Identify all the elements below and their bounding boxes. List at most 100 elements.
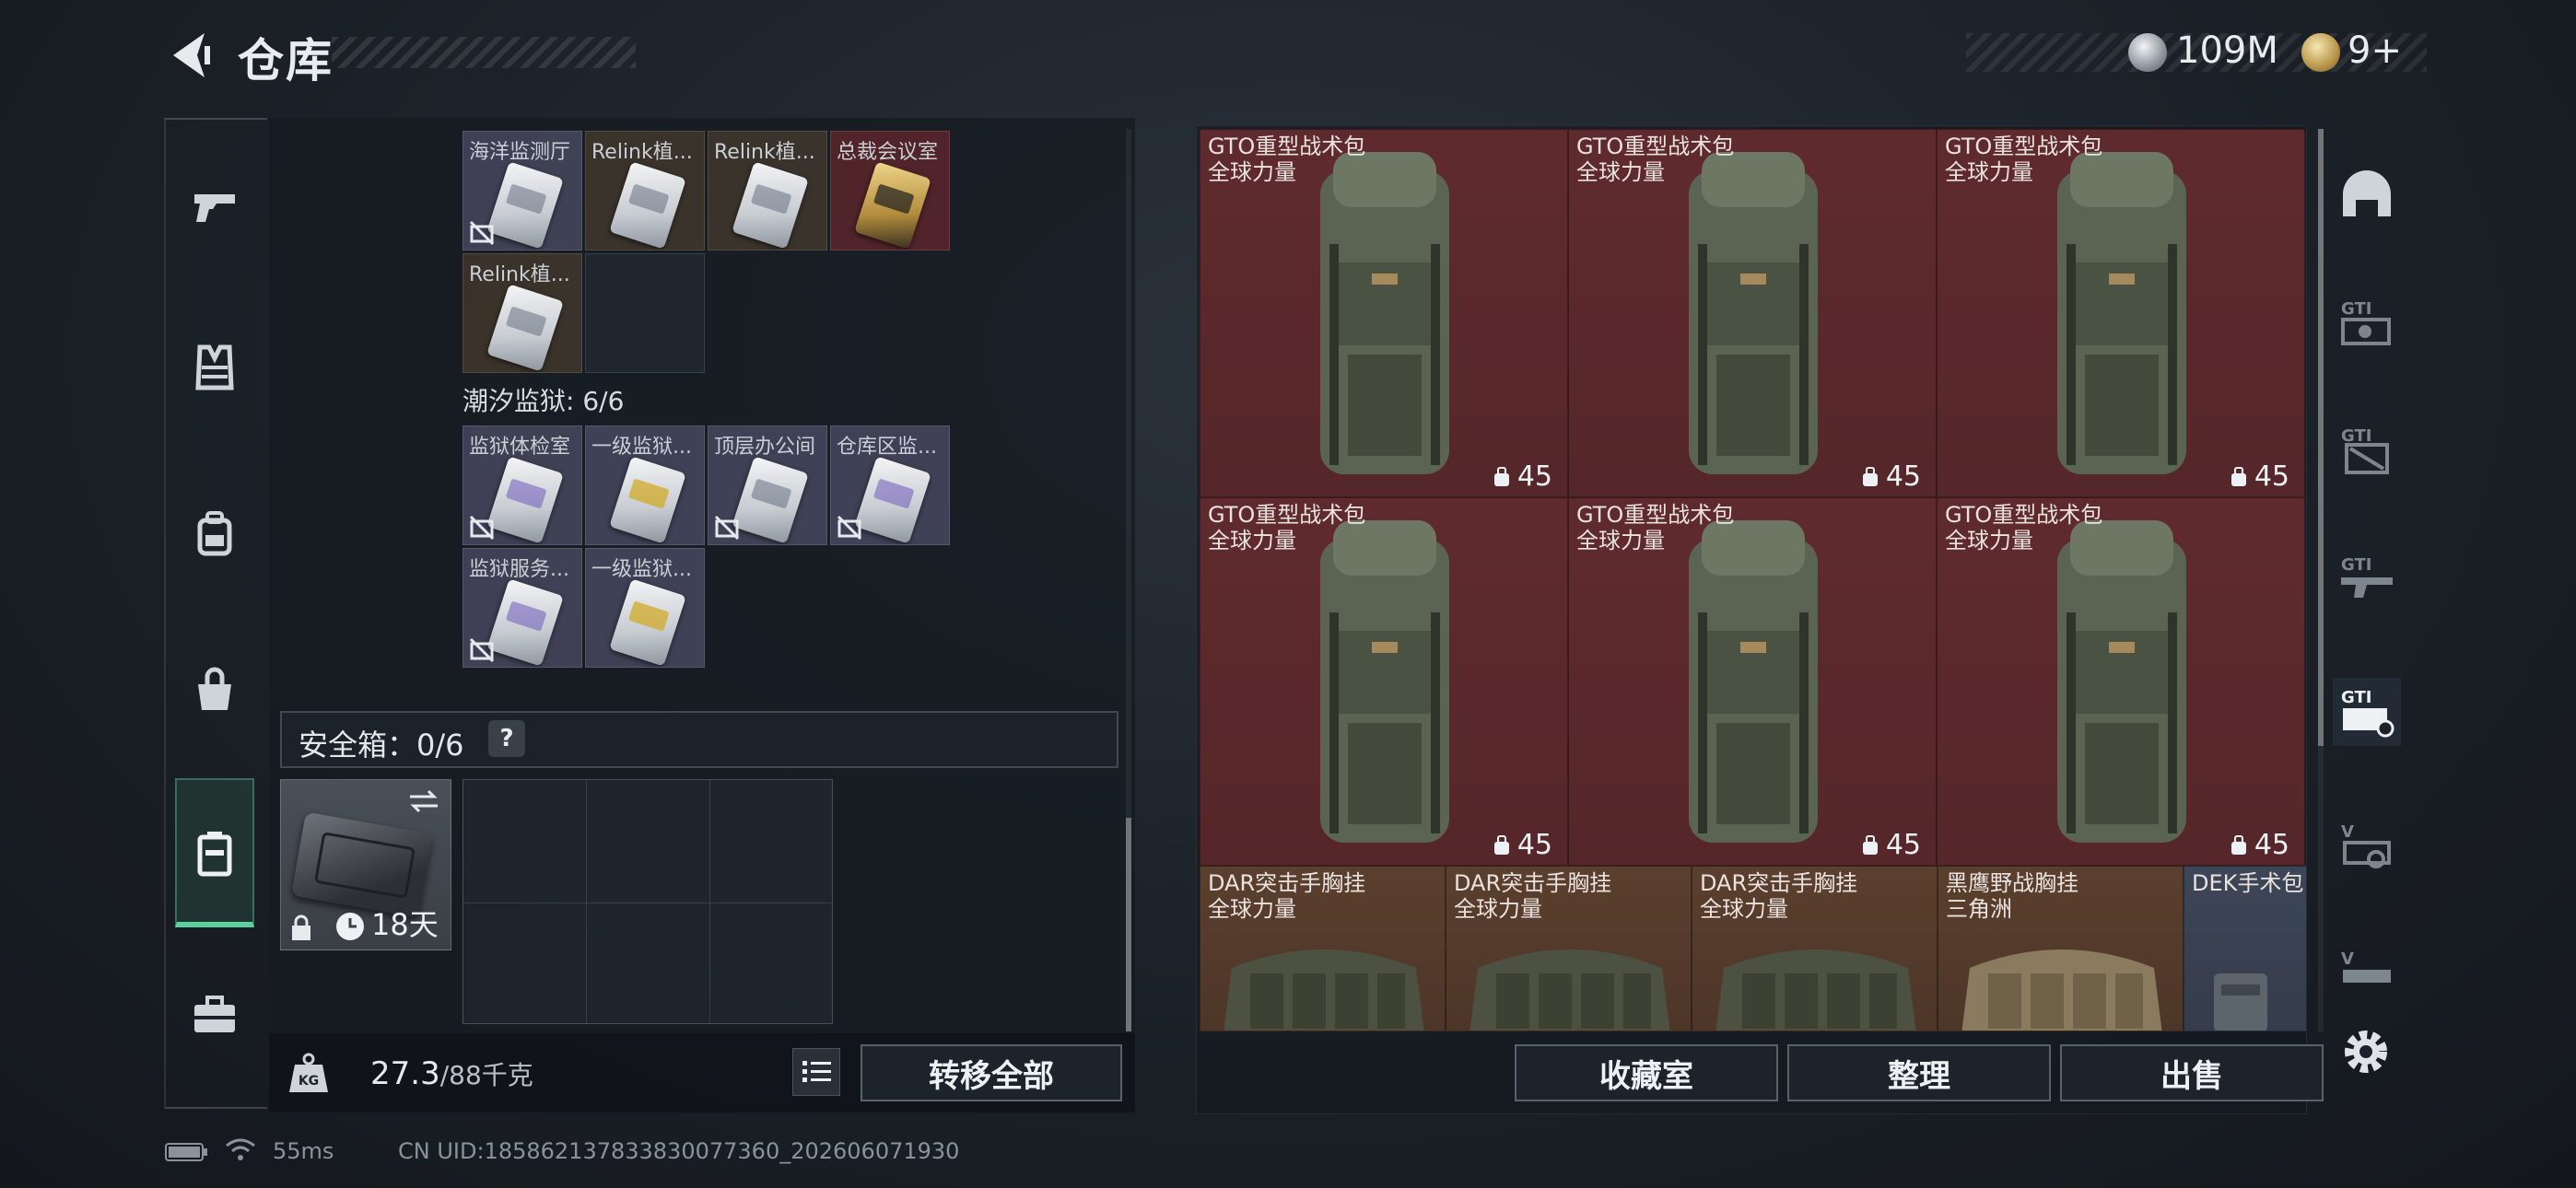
key-card-slot[interactable]: 仓库区监... (830, 425, 950, 545)
armor-vest-icon (195, 344, 234, 390)
item-slot-backpack[interactable]: GTO重型战术包 全球力量 45 (1200, 497, 1568, 866)
chest-rig-icon (1715, 949, 1916, 1031)
back-arrow-icon[interactable] (164, 28, 219, 83)
safebox-duration: 18天 (371, 907, 439, 942)
v-vehicle-icon: V (2341, 949, 2391, 983)
clock-icon (336, 913, 364, 940)
weight-readout: 27.3/88千克 (370, 1055, 533, 1092)
left-scroll-thumb[interactable] (1126, 818, 1131, 1031)
item-slot-chest-rig[interactable]: 黑鹰野战胸挂 三角洲 (1938, 866, 2184, 1031)
item-slot-backpack[interactable]: GTO重型战术包 全球力量 45 (1568, 129, 1937, 497)
key-card-slot[interactable]: Relink植... (463, 253, 582, 373)
safebox-item[interactable]: 18天 (280, 779, 451, 950)
organize-button[interactable]: 整理 (1787, 1044, 2051, 1101)
gold-currency-amount[interactable]: 9+ (2348, 29, 2402, 72)
tab-helmet[interactable] (2333, 162, 2401, 230)
key-label: Relink植... (469, 263, 570, 286)
svg-text:GTI: GTI (2341, 555, 2371, 575)
weight-kg-icon: KG (289, 1053, 328, 1092)
tab-gti-gun[interactable]: GTI (2333, 545, 2401, 613)
key-label: 一级监狱... (591, 558, 692, 581)
item-slot-backpack[interactable]: GTO重型战术包 全球力量 45 (1200, 129, 1568, 497)
tactical-backpack-icon (1320, 152, 1449, 474)
tab-gti-case[interactable]: GTI (2333, 678, 2401, 746)
key-card-slot[interactable]: 一级监狱... (585, 425, 705, 545)
nav-bag[interactable] (175, 650, 254, 729)
item-name: GTO重型战术包 全球力量 (1945, 502, 2103, 553)
tab-gti-camera[interactable]: GTI (2333, 289, 2401, 357)
item-capacity: 45 (1492, 829, 1552, 861)
bag-capacity-icon (1493, 466, 1509, 486)
nav-backpack[interactable] (175, 494, 254, 573)
item-slot-medkit[interactable]: DEK手术包 (2184, 866, 2307, 1031)
lock-icon (292, 914, 310, 940)
item-capacity: 45 (1860, 460, 1921, 493)
keycard-icon (609, 578, 686, 667)
key-label: 监狱体检室 (469, 436, 571, 459)
key-card-slot[interactable]: 监狱服务... (463, 548, 582, 668)
key-label: 总裁会议室 (837, 141, 939, 164)
empty-slot[interactable] (585, 253, 705, 373)
tab-gti-box[interactable]: GTI (2333, 416, 2401, 484)
keycard-icon (486, 161, 564, 250)
help-icon[interactable]: ? (488, 720, 525, 757)
gti-case-icon: GTI (2341, 688, 2395, 738)
key-card-slot[interactable]: 总裁会议室 (830, 131, 950, 250)
title-decoration (332, 37, 636, 68)
v-tool-icon: V (2341, 822, 2391, 868)
nav-weapons[interactable] (175, 168, 254, 247)
bag-capacity-icon (1862, 834, 1878, 855)
nav-safebox[interactable] (175, 814, 254, 893)
item-slot-chest-rig[interactable]: DAR突击手胸挂 全球力量 (1692, 866, 1938, 1031)
safebox-capacity-label: 安全箱：0/6 (299, 728, 464, 763)
svg-text:GTI: GTI (2341, 688, 2371, 707)
item-slot-backpack[interactable]: GTO重型战术包 全球力量 45 (1568, 497, 1937, 866)
keycard-icon (609, 161, 686, 250)
right-scroll-thumb[interactable] (2318, 129, 2324, 746)
keycard-icon (854, 456, 931, 544)
item-name: DAR突击手胸挂 全球力量 (1454, 870, 1612, 922)
item-capacity: 45 (2229, 829, 2289, 861)
item-slot-chest-rig[interactable]: DAR突击手胸挂 全球力量 (1200, 866, 1446, 1031)
swap-icon[interactable] (406, 787, 441, 815)
list-view-button[interactable] (792, 1048, 840, 1096)
tab-v-tool[interactable]: V (2333, 812, 2401, 880)
gti-box-icon: GTI (2341, 426, 2389, 474)
no-photo-icon (837, 515, 862, 541)
transfer-all-button[interactable]: 转移全部 (861, 1044, 1122, 1101)
tab-v-vehicle[interactable]: V (2333, 939, 2401, 1007)
bag-capacity-icon (2231, 834, 2246, 855)
no-photo-icon (469, 515, 495, 541)
item-slot-backpack[interactable]: GTO重型战术包 全球力量 45 (1937, 129, 2305, 497)
item-slot-chest-rig[interactable]: DAR突击手胸挂 全球力量 (1446, 866, 1692, 1031)
key-label: Relink植... (714, 141, 815, 164)
keycard-icon (732, 161, 809, 250)
ping-readout: 55ms (273, 1138, 334, 1164)
bag-capacity-icon (1862, 466, 1878, 486)
sell-button[interactable]: 出售 (2060, 1044, 2324, 1101)
prison-section-title: 潮汐监狱: 6/6 (463, 386, 625, 416)
key-card-slot[interactable]: 海洋监测厅 (463, 131, 582, 250)
svg-text:KG: KG (299, 1074, 319, 1089)
item-capacity: 45 (1860, 829, 1921, 861)
gold-keycard-icon (854, 161, 931, 250)
nav-armor[interactable] (175, 328, 254, 407)
tactical-backpack-icon (1689, 520, 1818, 843)
collection-room-button[interactable]: 收藏室 (1515, 1044, 1778, 1101)
settings-button[interactable] (2336, 1022, 2395, 1081)
item-name: GTO重型战术包 全球力量 (1576, 502, 1735, 553)
keycard-icon (732, 456, 809, 544)
key-card-slot[interactable]: Relink植... (585, 131, 705, 250)
key-label: 顶层办公间 (714, 436, 816, 459)
gear-icon (2345, 1031, 2387, 1073)
nav-toolbox[interactable] (175, 974, 254, 1054)
key-card-slot[interactable]: Relink植... (708, 131, 827, 250)
svg-text:V: V (2341, 822, 2354, 842)
key-card-slot[interactable]: 顶层办公间 (708, 425, 827, 545)
key-card-slot[interactable]: 监狱体检室 (463, 425, 582, 545)
item-slot-backpack[interactable]: GTO重型战术包 全球力量 45 (1937, 497, 2305, 866)
key-label: 监狱服务... (469, 558, 569, 581)
key-card-slot[interactable]: 一级监狱... (585, 548, 705, 668)
gold-coin-icon (2301, 33, 2340, 72)
safebox-grid[interactable] (463, 779, 833, 1024)
